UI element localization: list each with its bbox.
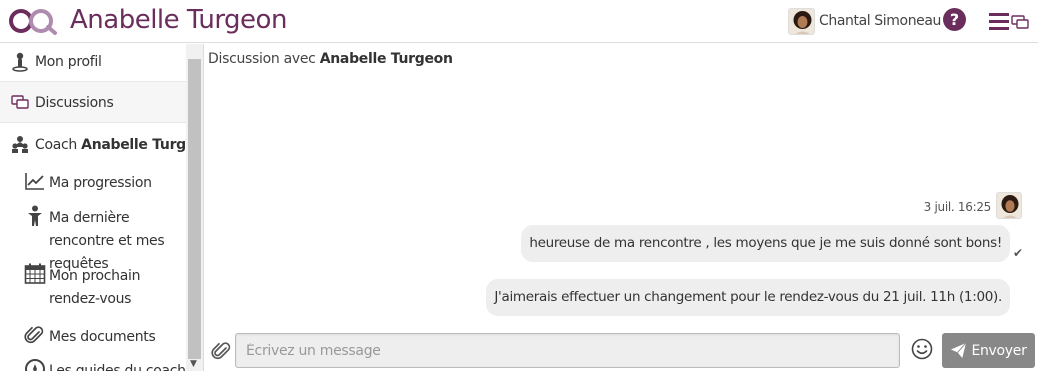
message-bubble: heureuse de ma rencontre , les moyens qu… bbox=[521, 225, 1010, 262]
emoji-icon[interactable] bbox=[911, 338, 933, 360]
message-timestamp: 3 juil. 16:25 bbox=[923, 200, 992, 214]
user-avatar[interactable] bbox=[788, 8, 815, 35]
sidebar-item-label: Mes documents bbox=[49, 329, 156, 345]
sidebar-item-coach-guides[interactable]: Les guides du coach bbox=[0, 358, 186, 371]
user-name[interactable]: Chantal Simoneau bbox=[819, 13, 941, 29]
sidebar-item-label: Les guides du coach bbox=[49, 363, 186, 371]
paperclip-icon[interactable] bbox=[211, 340, 233, 362]
person-pin-icon bbox=[12, 52, 28, 72]
sidebar-item-label: Discussions bbox=[35, 95, 114, 111]
sidebar-item-label: Mon prochain rendez-vous bbox=[49, 268, 141, 307]
check-icon: ✔ bbox=[1013, 246, 1024, 260]
menu-icon[interactable] bbox=[987, 11, 1031, 33]
chat-title-prefix: Discussion avec bbox=[208, 51, 316, 67]
sidebar-item-progression[interactable]: Ma progression bbox=[0, 170, 186, 196]
sidebar-item-profile[interactable]: Mon profil bbox=[0, 52, 186, 76]
coach-prefix: Coach bbox=[35, 137, 77, 153]
sidebar-item-coach[interactable]: Coach Anabelle Turgeon bbox=[0, 135, 203, 159]
sidebar-item-label: Mon profil bbox=[35, 54, 102, 70]
app-title: Anabelle Turgeon bbox=[70, 5, 287, 35]
chart-line-icon bbox=[25, 173, 44, 190]
sender-avatar bbox=[996, 192, 1022, 219]
sidebar-item-next-appointment[interactable]: Mon prochain rendez-vous bbox=[0, 263, 186, 311]
sidebar-scrollbar[interactable]: ▼ bbox=[186, 44, 203, 371]
sidebar: Mon profil Discussions Coach Anabelle Tu… bbox=[0, 44, 204, 371]
sidebar-item-discussions[interactable]: Discussions bbox=[0, 81, 186, 123]
calendar-icon bbox=[24, 263, 46, 284]
person-icon bbox=[28, 205, 42, 226]
logo-icon[interactable] bbox=[8, 7, 60, 35]
app-header: Anabelle Turgeon Chantal Simoneau ? bbox=[0, 0, 1038, 43]
sidebar-item-label: Ma progression bbox=[49, 175, 152, 191]
send-button[interactable]: Envoyer bbox=[942, 333, 1035, 368]
send-button-label: Envoyer bbox=[971, 342, 1027, 359]
chat-bubbles-icon bbox=[11, 95, 29, 109]
paperclip-icon bbox=[24, 326, 44, 344]
chat-title-name: Anabelle Turgeon bbox=[319, 51, 453, 67]
message-composer: Envoyer bbox=[205, 330, 1038, 371]
sidebar-item-documents[interactable]: Mes documents bbox=[0, 324, 186, 350]
chat-panel: Discussion avec Anabelle Turgeon 3 juil.… bbox=[205, 44, 1038, 371]
help-icon[interactable]: ? bbox=[943, 8, 966, 31]
message-input[interactable] bbox=[235, 333, 900, 368]
chat-title: Discussion avec Anabelle Turgeon bbox=[208, 51, 453, 67]
scrollbar-thumb[interactable] bbox=[188, 59, 201, 359]
people-icon bbox=[12, 136, 28, 153]
sidebar-item-last-meeting[interactable]: Ma dernière rencontre et mes requêtes bbox=[0, 205, 186, 272]
message-bubble: J'aimerais effectuer un changement pour … bbox=[486, 279, 1010, 316]
sidebar-item-label: Coach Anabelle Turgeon bbox=[35, 137, 203, 153]
paper-plane-icon bbox=[951, 342, 967, 359]
scroll-down-arrow-icon[interactable]: ▼ bbox=[190, 359, 197, 369]
compass-icon bbox=[25, 359, 45, 371]
